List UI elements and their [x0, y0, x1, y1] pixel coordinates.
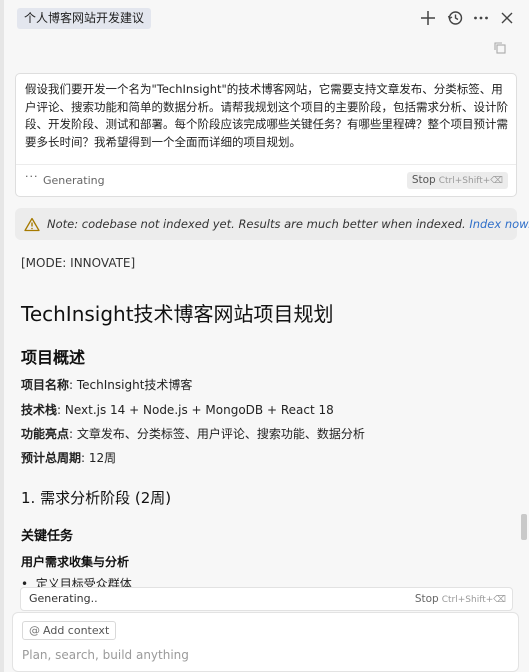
- divider: [16, 164, 516, 165]
- mode-label: [MODE: INNOVATE]: [21, 256, 136, 270]
- stop-button[interactable]: Stop Ctrl+Shift+⌫: [415, 593, 506, 605]
- left-edge: [0, 0, 4, 672]
- chat-input[interactable]: [22, 646, 502, 664]
- user-prompt-text: 假设我们要开发一个名为"TechInsight"的技术博客网站，它需要支持文章发…: [25, 82, 508, 149]
- scrollbar-thumb[interactable]: [521, 514, 527, 540]
- user-prompt-card[interactable]: 假设我们要开发一个名为"TechInsight"的技术博客网站，它需要支持文章发…: [15, 73, 517, 197]
- overview-row: 项目名称: TechInsight技术博客: [21, 378, 193, 392]
- stop-label: Stop: [411, 174, 436, 186]
- close-icon[interactable]: [498, 9, 516, 27]
- overview-heading: 项目概述: [21, 348, 86, 367]
- generating-dots-icon: ···: [25, 170, 39, 183]
- composer: @ Add context: [12, 612, 519, 672]
- chat-tab-title: 个人博客网站开发建议: [24, 11, 145, 25]
- chat-tab[interactable]: 个人博客网站开发建议: [17, 8, 152, 29]
- phase1-heading: 1. 需求分析阶段 (2周): [21, 489, 172, 507]
- stop-button[interactable]: Stop Ctrl+Shift+⌫: [406, 172, 508, 189]
- subtask-heading: 用户需求收集与分析: [21, 555, 130, 569]
- key-tasks-heading: 关键任务: [21, 529, 74, 544]
- generating-bar-label: Generating..: [29, 592, 98, 605]
- add-context-button[interactable]: @ Add context: [22, 621, 117, 640]
- warning-icon: [24, 217, 40, 232]
- generating-bar: Generating.. Stop Ctrl+Shift+⌫: [20, 587, 513, 611]
- more-icon[interactable]: [472, 9, 490, 27]
- add-context-label: Add context: [43, 624, 110, 637]
- generating-status: Generating: [43, 174, 105, 187]
- index-now-link[interactable]: Index now.: [469, 217, 529, 231]
- at-icon: @: [29, 624, 40, 637]
- plus-icon[interactable]: [419, 9, 437, 27]
- overview-row: 预计总周期: 12周: [21, 451, 117, 465]
- copy-icon[interactable]: [493, 41, 507, 55]
- index-notice: Note: codebase not indexed yet. Results …: [15, 208, 529, 240]
- notice-text: Note: codebase not indexed yet. Results …: [47, 217, 466, 231]
- overview-row: 技术栈: Next.js 14 + Node.js + MongoDB + Re…: [21, 403, 334, 417]
- response-title: TechInsight技术博客网站项目规划: [21, 302, 334, 326]
- history-icon[interactable]: [446, 9, 464, 27]
- stop-shortcut: Ctrl+Shift+⌫: [438, 176, 503, 186]
- overview-row: 功能亮点: 文章发布、分类标签、用户评论、搜索功能、数据分析: [21, 427, 365, 441]
